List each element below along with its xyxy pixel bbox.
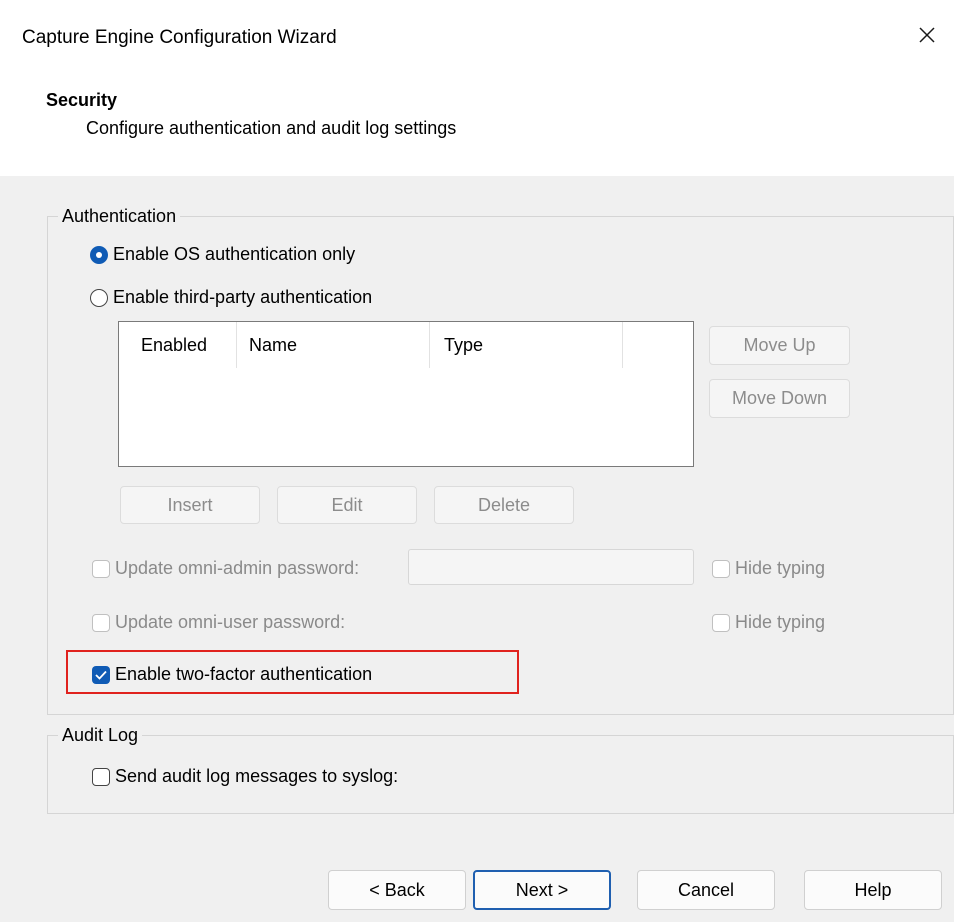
insert-button[interactable]: Insert xyxy=(120,486,260,524)
column-header-name[interactable]: Name xyxy=(237,322,430,368)
column-header-type[interactable]: Type xyxy=(430,322,623,368)
back-button[interactable]: < Back xyxy=(328,870,466,910)
update-user-password-label: Update omni-user password: xyxy=(115,612,346,632)
checkbox-empty-icon xyxy=(712,613,730,632)
cancel-button[interactable]: Cancel xyxy=(637,870,775,910)
checkbox-empty-icon xyxy=(92,767,110,786)
update-admin-password-label: Update omni-admin password: xyxy=(115,558,360,578)
checkbox-empty-icon xyxy=(712,559,730,578)
authentication-group-label: Authentication xyxy=(62,206,177,226)
title-bar: Capture Engine Configuration Wizard xyxy=(0,0,954,72)
audit-log-group-label: Audit Log xyxy=(62,725,139,745)
two-factor-label: Enable two-factor authentication xyxy=(115,664,373,684)
os-auth-only-radio[interactable]: Enable OS authentication only xyxy=(90,244,355,265)
os-auth-only-label: Enable OS authentication only xyxy=(113,244,356,264)
syslog-checkbox[interactable]: Send audit log messages to syslog: xyxy=(92,766,398,787)
page-title: Security xyxy=(46,90,118,110)
third-party-auth-radio[interactable]: Enable third-party authentication xyxy=(90,287,372,308)
user-hide-typing-checkbox[interactable]: Hide typing xyxy=(712,612,825,633)
move-down-button[interactable]: Move Down xyxy=(709,379,850,418)
move-up-button[interactable]: Move Up xyxy=(709,326,850,365)
two-factor-checkbox[interactable]: Enable two-factor authentication xyxy=(92,664,372,685)
checkbox-empty-icon xyxy=(92,559,110,578)
column-header-enabled[interactable]: Enabled xyxy=(119,322,237,368)
close-button[interactable] xyxy=(900,10,954,60)
update-user-password-checkbox[interactable]: Update omni-user password: xyxy=(92,612,345,633)
admin-password-field[interactable] xyxy=(408,549,694,585)
checkmark-icon xyxy=(92,665,110,684)
edit-button[interactable]: Edit xyxy=(277,486,417,524)
next-button[interactable]: Next > xyxy=(473,870,611,910)
update-admin-password-checkbox[interactable]: Update omni-admin password: xyxy=(92,558,359,579)
checkbox-empty-icon xyxy=(92,613,110,632)
wizard-header: Security Configure authentication and au… xyxy=(0,72,954,176)
third-party-auth-list[interactable]: Enabled Name Type xyxy=(118,321,694,467)
window-title: Capture Engine Configuration Wizard xyxy=(22,27,337,48)
help-button[interactable]: Help xyxy=(804,870,942,910)
radio-unselected-icon xyxy=(90,288,108,307)
delete-button[interactable]: Delete xyxy=(434,486,574,524)
user-hide-typing-label: Hide typing xyxy=(735,612,826,632)
radio-selected-icon xyxy=(90,245,108,264)
syslog-label: Send audit log messages to syslog: xyxy=(115,766,399,786)
page-subtitle: Configure authentication and audit log s… xyxy=(86,118,457,138)
third-party-auth-label: Enable third-party authentication xyxy=(113,287,373,307)
admin-hide-typing-label: Hide typing xyxy=(735,558,826,578)
admin-hide-typing-checkbox[interactable]: Hide typing xyxy=(712,558,825,579)
close-icon xyxy=(919,27,935,43)
